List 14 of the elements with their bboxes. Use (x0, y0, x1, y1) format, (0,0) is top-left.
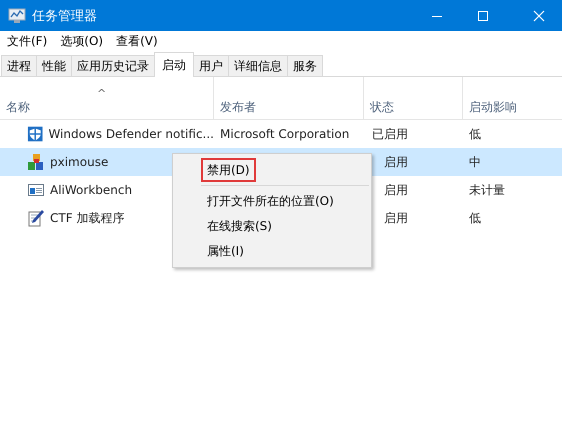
status: 已启用 (371, 126, 408, 142)
status: 启用 (383, 154, 408, 170)
app-name: CTF 加载程序 (50, 210, 124, 226)
window-title: 任务管理器 (32, 8, 97, 24)
startup-impact: 中 (469, 154, 481, 168)
startup-impact: 未计量 (469, 182, 505, 196)
app-name: AliWorkbench (50, 183, 132, 197)
app-name: Windows Defender notific... (48, 127, 214, 141)
startup-impact: 低 (469, 210, 481, 224)
status: 启用 (383, 210, 408, 226)
status: 启用 (383, 182, 408, 198)
startup-impact: 低 (469, 126, 481, 140)
publisher: Microsoft Corporation (220, 127, 350, 141)
app-name: pximouse (50, 155, 108, 169)
